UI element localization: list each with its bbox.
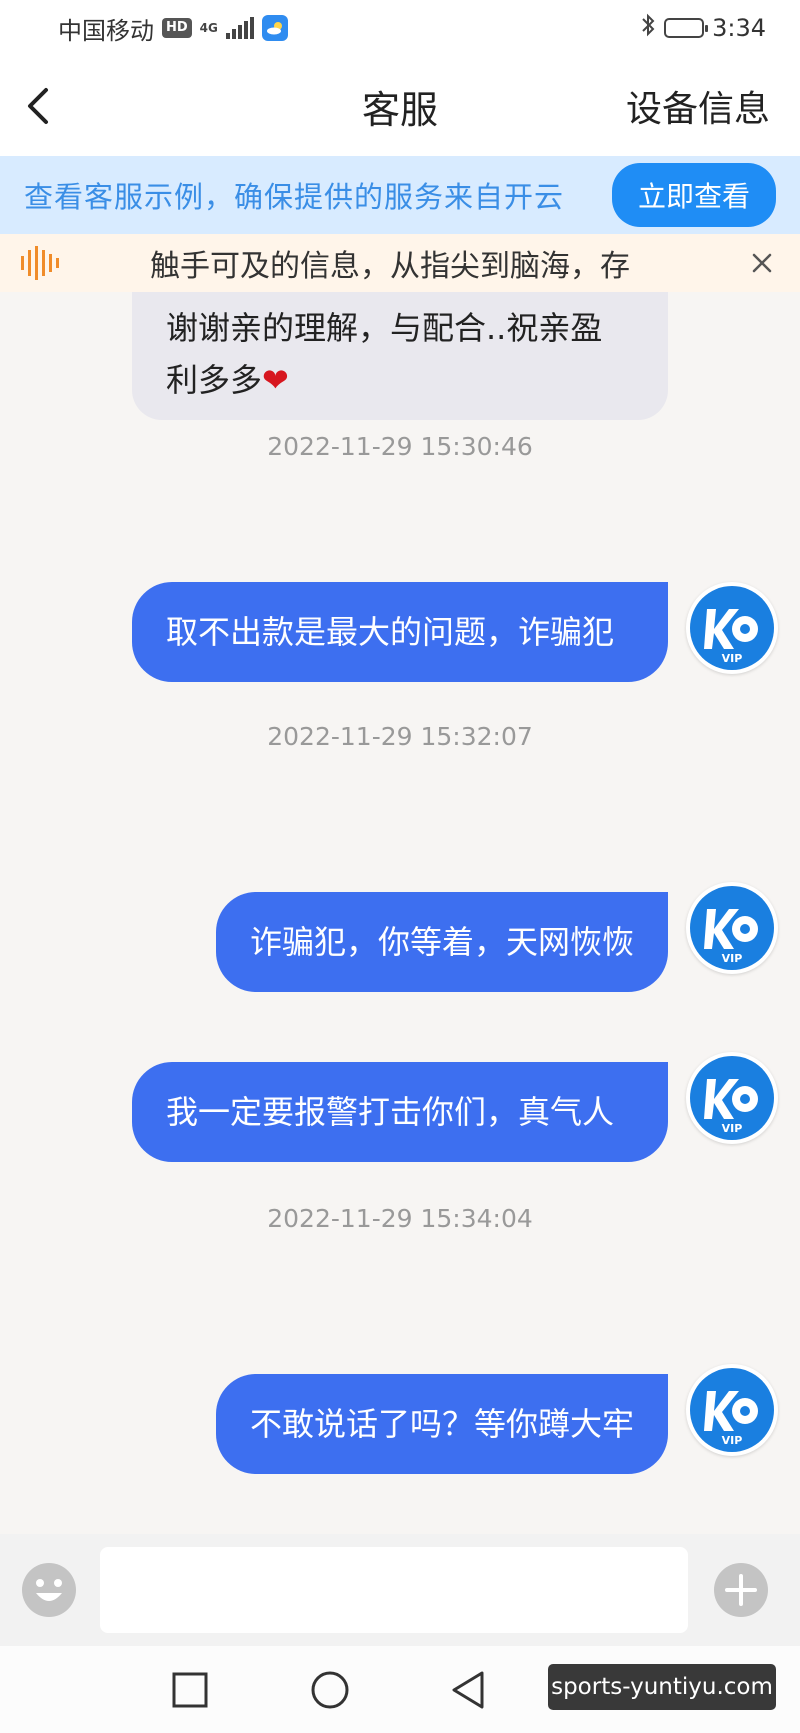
message-input-bar <box>0 1534 800 1646</box>
message-timestamp: 2022-11-29 15:34:04 <box>267 1204 533 1233</box>
svg-text:VIP: VIP <box>722 1434 743 1447</box>
status-bar: 中国移动 HD 4G 3:34 <box>0 0 800 56</box>
circle-icon <box>311 1671 349 1709</box>
emoji-button[interactable] <box>20 1561 78 1619</box>
watermark: sports-yuntiyu.com <box>548 1664 776 1710</box>
hd-badge: HD <box>162 18 192 38</box>
plus-icon <box>714 1563 768 1617</box>
heart-emoji: ❤ <box>262 361 289 399</box>
recent-apps-button[interactable] <box>166 1666 214 1714</box>
close-marquee-button[interactable] <box>742 243 782 283</box>
svg-text:VIP: VIP <box>722 952 743 965</box>
user-avatar[interactable]: VIP <box>686 582 778 674</box>
signal-icon <box>225 17 254 39</box>
notice-banner: 查看客服示例，确保提供的服务来自开云 立即查看 <box>0 156 800 234</box>
svg-text:VIP: VIP <box>722 652 743 665</box>
vip-logo-icon: VIP <box>690 1368 774 1452</box>
carrier-name: 中国移动 <box>58 16 154 45</box>
notice-text: 查看客服示例，确保提供的服务来自开云 <box>24 180 565 214</box>
marquee-text: 触手可及的信息，从指尖到脑海，存 <box>150 249 630 284</box>
audio-wave-icon <box>21 246 59 280</box>
weather-icon <box>261 15 288 41</box>
user-avatar[interactable]: VIP <box>686 882 778 974</box>
incoming-message-text: 谢谢亲的理解，与配合..祝亲盈利多多❤ <box>166 302 634 420</box>
user-avatar[interactable]: VIP <box>686 1052 778 1144</box>
outgoing-message: 取不出款是最大的问题，诈骗犯 <box>132 582 668 682</box>
vip-logo-icon: VIP <box>690 1056 774 1140</box>
close-icon <box>752 253 772 273</box>
outgoing-message: 不敢说话了吗？等你蹲大牢 <box>215 1374 668 1474</box>
bluetooth-icon <box>640 13 656 43</box>
view-now-button[interactable]: 立即查看 <box>611 163 776 227</box>
user-avatar[interactable]: VIP <box>686 1364 778 1456</box>
incoming-text: 谢谢亲的理解，与配合..祝亲盈利多多 <box>166 309 603 399</box>
outgoing-message: 我一定要报警打击你们，真气人 <box>132 1062 668 1162</box>
announcement-marquee: 触手可及的信息，从指尖到脑海，存 <box>0 234 800 292</box>
more-options-button[interactable] <box>712 1561 770 1619</box>
home-button[interactable] <box>306 1666 354 1714</box>
chevron-left-icon <box>28 88 48 124</box>
incoming-message: 谢谢亲的理解，与配合..祝亲盈利多多❤ <box>132 292 668 420</box>
device-info-button[interactable]: 设备信息 <box>626 80 770 132</box>
vip-logo-icon: VIP <box>690 586 774 670</box>
svg-text:VIP: VIP <box>722 1122 743 1135</box>
square-icon <box>172 1672 208 1708</box>
message-timestamp: 2022-11-29 15:32:07 <box>267 722 533 751</box>
emoji-icon <box>22 1563 76 1617</box>
message-input[interactable] <box>100 1547 688 1633</box>
status-right: 3:34 <box>640 13 766 43</box>
outgoing-message: 诈骗犯，你等着，天网恢恢 <box>215 892 668 992</box>
network-type: 4G <box>199 21 218 35</box>
triangle-back-icon <box>452 1671 484 1709</box>
status-left: 中国移动 HD 4G <box>58 11 288 46</box>
clock: 3:34 <box>712 14 766 42</box>
message-timestamp: 2022-11-29 15:30:46 <box>267 432 533 461</box>
battery-icon <box>664 18 709 38</box>
vip-logo-icon: VIP <box>690 886 774 970</box>
back-nav-button[interactable] <box>444 1666 492 1714</box>
header: 客服 设备信息 <box>0 56 800 156</box>
back-button[interactable] <box>24 76 84 136</box>
chat-area[interactable]: 谢谢亲的理解，与配合..祝亲盈利多多❤ 2022-11-29 15:30:46 … <box>0 292 800 1534</box>
